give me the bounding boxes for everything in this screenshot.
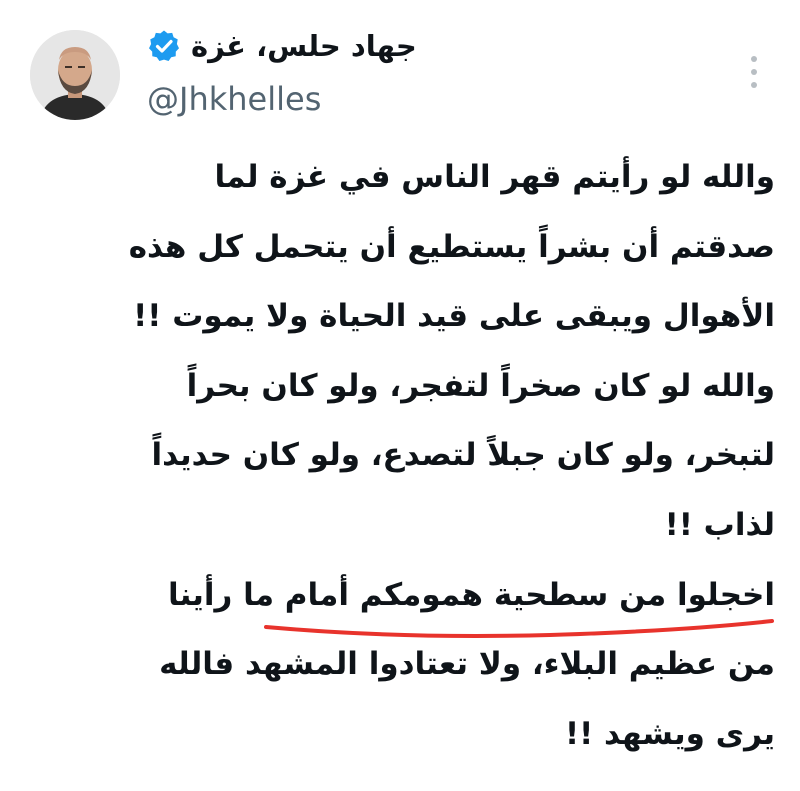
tweet-line: صدقتم أن بشراً يستطيع أن يتحمل كل هذه xyxy=(128,228,775,265)
display-name[interactable]: جهاد حلس، غزة xyxy=(191,29,417,63)
tweet-line: الأهوال ويبقى على قيد الحياة ولا يموت !! xyxy=(133,298,775,335)
tweet-line: لتبخر، ولو كان جبلاً لتصدع، ولو كان حديد… xyxy=(151,437,776,474)
avatar[interactable] xyxy=(30,30,120,120)
name-row: جهاد حلس، غزة xyxy=(147,26,417,66)
user-handle[interactable]: @Jhkhelles xyxy=(147,80,321,118)
tweet-line: والله لو رأيتم قهر الناس في غزة لما xyxy=(214,159,775,195)
tweet-line: والله لو كان صخراً لتفجر، ولو كان بحراً xyxy=(186,367,775,404)
tweet-header: جهاد حلس، غزة @Jhkhelles xyxy=(0,0,800,130)
tweet-text: والله لو رأيتم قهر الناس في غزة لما صدقت… xyxy=(20,143,775,769)
tweet-line: يرى ويشهد !! xyxy=(564,715,775,752)
avatar-image xyxy=(30,30,120,120)
red-underline-annotation xyxy=(264,619,774,638)
more-options-icon[interactable] xyxy=(744,52,764,92)
verified-badge-icon xyxy=(147,29,181,63)
tweet-line: لذاب !! xyxy=(664,506,775,543)
